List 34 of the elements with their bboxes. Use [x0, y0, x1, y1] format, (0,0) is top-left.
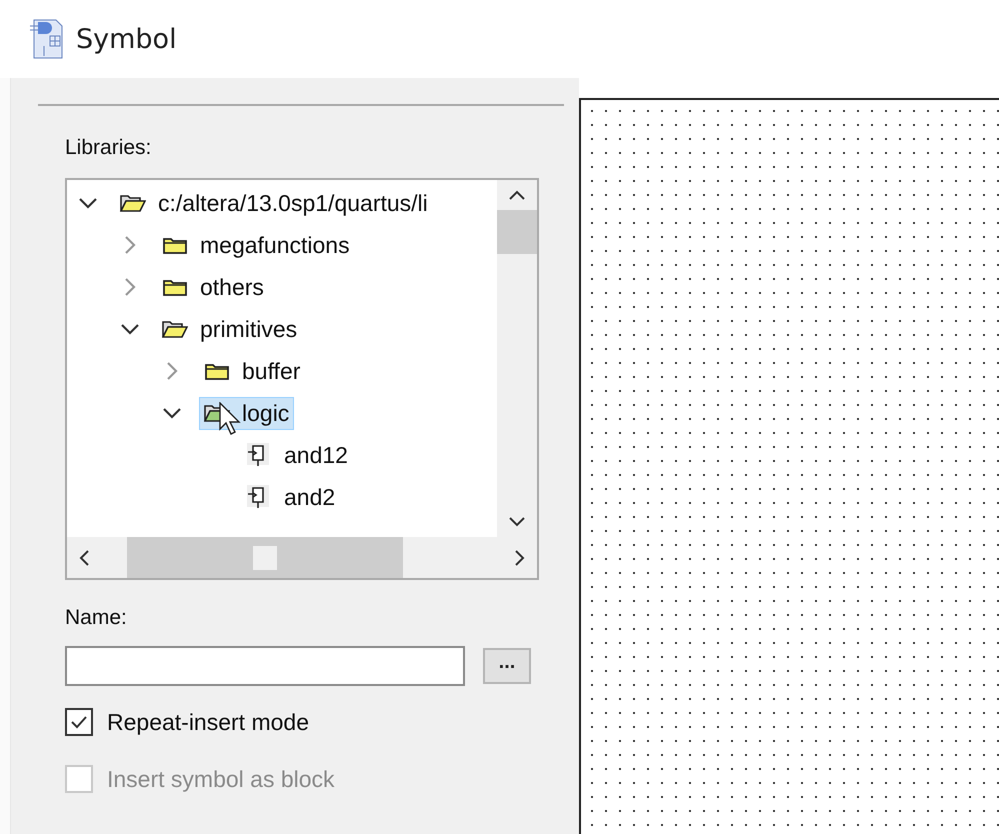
open-folder-icon	[162, 319, 188, 339]
tree-item[interactable]: others	[157, 270, 269, 304]
tree-item[interactable]: c:/altera/13.0sp1/quartus/li	[115, 186, 433, 220]
scroll-down-icon[interactable]	[507, 515, 527, 529]
open-folder-icon	[120, 193, 146, 213]
mouse-pointer-icon	[219, 402, 243, 436]
dotted-grid-canvas[interactable]	[579, 98, 999, 834]
horizontal-scrollbar[interactable]	[67, 537, 537, 578]
option-checkbox[interactable]: Repeat-insert mode	[65, 706, 568, 738]
tree-item[interactable]: primitives	[157, 312, 302, 346]
vertical-scrollbar[interactable]	[497, 180, 537, 537]
tree-item[interactable]: and12	[241, 438, 353, 472]
scroll-right-icon[interactable]	[513, 548, 527, 568]
scroll-left-icon[interactable]	[77, 548, 91, 568]
tree-item[interactable]: logic	[199, 396, 294, 430]
tree-item[interactable]: buffer	[199, 354, 306, 388]
folder-icon	[162, 235, 188, 255]
logic-symbol-icon	[246, 484, 272, 510]
window-title: Symbol	[76, 24, 177, 54]
scroll-up-icon[interactable]	[507, 188, 527, 202]
name-input-field[interactable]	[65, 646, 465, 686]
tree-item[interactable]: and2	[241, 480, 340, 514]
thumb-grip[interactable]	[253, 546, 277, 570]
scrollbar-thumb[interactable]	[127, 537, 403, 578]
browse-button[interactable]: ...	[483, 648, 531, 684]
logic-symbol-icon	[246, 442, 272, 468]
schematic-symbol-icon	[30, 18, 64, 60]
scrollbar-thumb[interactable]	[497, 210, 537, 254]
folder-icon	[204, 361, 230, 381]
tree-item[interactable]: megafunctions	[157, 228, 355, 262]
library-tree[interactable]: c:/altera/13.0sp1/quartus/li megafunctions others primitives buffer logic and12 and2	[65, 178, 539, 580]
name-label: Name:	[65, 606, 128, 631]
folder-icon	[162, 277, 188, 297]
libraries-label: Libraries:	[65, 136, 152, 161]
